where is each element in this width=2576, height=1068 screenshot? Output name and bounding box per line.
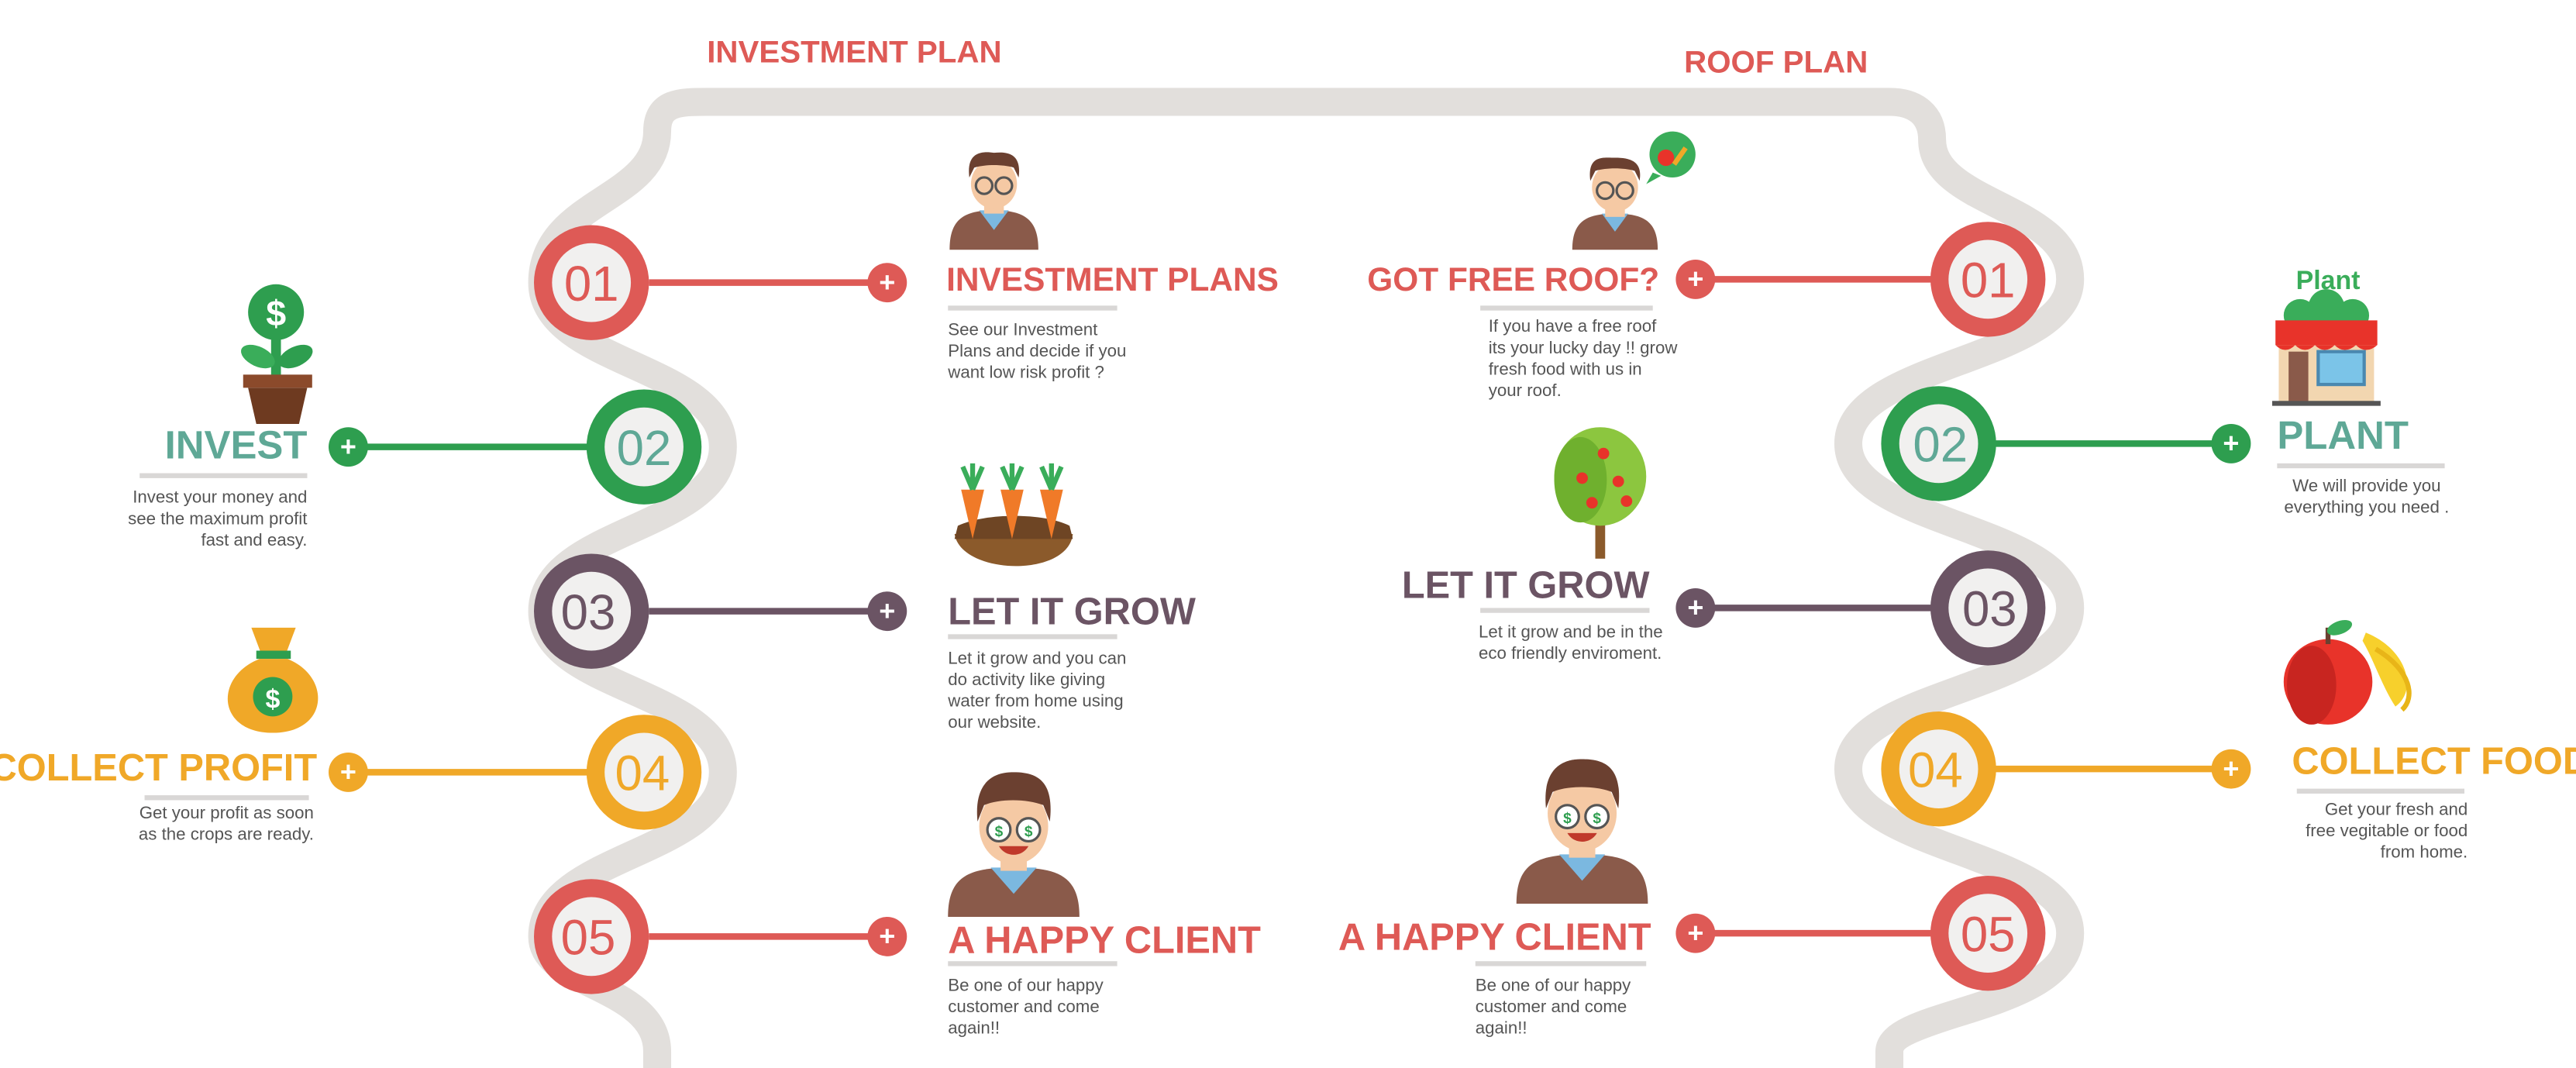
svg-text:+: + (340, 430, 356, 462)
svg-text:$: $ (995, 824, 1004, 840)
svg-text:04: 04 (615, 746, 670, 801)
inv-connector-03: + (649, 591, 907, 632)
inv-step-circle-01: 01 (533, 225, 649, 340)
svg-text:+: + (340, 756, 356, 787)
roof-connector-04: + (1988, 749, 2251, 789)
svg-text:03: 03 (1962, 582, 2017, 637)
roof-step-01-heading: GOT FREE ROOF? (1367, 263, 1660, 299)
happy-client-icon-right: $ $ (1516, 759, 1648, 904)
roof-plan-title: ROOF PLAN (1684, 44, 1868, 79)
infographic-canvas: INVESTMENT PLAN ROOF PLAN + + + + + + + (227, 35, 2412, 1068)
inv-connector-05: + (649, 916, 907, 956)
roof-step-circle-02: 02 (1881, 386, 1996, 501)
inv-step-01-text: See our Investment Plans and decide if y… (948, 320, 1127, 383)
svg-text:+: + (2223, 427, 2239, 459)
svg-text:04: 04 (1908, 742, 1963, 798)
svg-text:+: + (879, 920, 895, 952)
money-bag-icon: $ (227, 627, 319, 733)
roof-step-circle-05: 05 (1930, 875, 2046, 991)
inv-connector-01: + (649, 263, 907, 303)
roof-step-04-text: Get your fresh and free vegitable or foo… (2306, 800, 2468, 863)
svg-text:$: $ (1563, 811, 1572, 827)
svg-text:+: + (879, 594, 895, 626)
happy-client-icon: $ $ (948, 772, 1080, 917)
svg-text:+: + (2223, 753, 2239, 784)
inv-step-02-underline (139, 473, 308, 478)
inv-step-05-heading: A HAPPY CLIENT (948, 918, 1261, 962)
infographic: INVESTMENT PLAN ROOF PLAN + + + + + + + (0, 0, 2576, 1068)
inv-step-04-heading: COLLECT PROFIT (0, 746, 318, 789)
roof-step-02-heading: PLANT (2277, 414, 2409, 459)
inv-step-05-text: Be one of our happy customer and come ag… (948, 976, 1104, 1039)
roof-connector-03: + (1675, 587, 1939, 628)
inv-step-circle-03: 03 (533, 553, 649, 669)
svg-text:05: 05 (561, 911, 616, 966)
shop-icon: Plant (2271, 266, 2381, 406)
svg-text:+: + (879, 266, 895, 298)
svg-text:+: + (1687, 263, 1703, 295)
svg-text:+: + (1687, 917, 1703, 949)
inv-connector-04: + (328, 752, 600, 792)
svg-text:01: 01 (1961, 253, 2016, 308)
man-thinking-icon (1572, 131, 1696, 250)
inv-step-circle-05: 05 (533, 879, 649, 994)
inv-step-circle-04: 04 (586, 715, 702, 830)
inv-step-04-underline (144, 795, 309, 801)
man-with-glasses-icon (949, 152, 1038, 250)
roof-step-01-text: If you have a free roof its your lucky d… (1488, 317, 1678, 401)
roof-step-03-heading: LET IT GROW (1401, 563, 1650, 607)
carrots-icon (954, 463, 1073, 567)
money-plant-icon: $ (241, 284, 313, 424)
roof-connector-05: + (1675, 913, 1939, 953)
fruits-icon (2283, 619, 2412, 725)
svg-text:+: + (1687, 591, 1703, 623)
investment-plan-title: INVESTMENT PLAN (707, 35, 1001, 70)
inv-step-04-text: Get your profit as soon as the crops are… (138, 803, 314, 845)
roof-connector-02: + (1988, 423, 2251, 463)
tree-icon (1554, 427, 1647, 559)
winding-track (528, 88, 2085, 1068)
svg-text:$: $ (1025, 824, 1033, 840)
inv-step-03-heading: LET IT GROW (948, 590, 1196, 633)
inv-step-02-heading: INVEST (164, 423, 308, 469)
roof-step-05-heading: A HAPPY CLIENT (1338, 915, 1651, 958)
inv-step-circle-02: 02 (586, 389, 702, 505)
roof-step-05-text: Be one of our happy customer and come ag… (1475, 976, 1631, 1039)
roof-step-circle-03: 03 (1930, 550, 2046, 666)
svg-text:$: $ (265, 685, 280, 715)
svg-text:05: 05 (1961, 907, 2016, 962)
roof-step-02-text: We will provide you everything you need … (2284, 476, 2450, 518)
roof-connector-01: + (1675, 259, 1939, 299)
svg-text:$: $ (266, 293, 286, 333)
inv-step-01-underline (948, 305, 1118, 311)
inv-step-03-underline (948, 634, 1118, 639)
inv-step-03-text: Let it grow and you can do activity like… (948, 649, 1127, 733)
roof-step-02-underline (2277, 463, 2445, 469)
roof-step-circle-01: 01 (1930, 222, 2046, 337)
svg-text:01: 01 (564, 257, 619, 312)
roof-step-circle-04: 04 (1881, 711, 1996, 827)
roof-step-03-text: Let it grow and be in the eco friendly e… (1478, 622, 1663, 664)
svg-text:02: 02 (1913, 418, 1968, 473)
roof-step-04-underline (2296, 788, 2464, 794)
inv-step-01-heading: INVESTMENT PLANS (946, 263, 1279, 299)
inv-connector-02: + (328, 427, 600, 467)
roof-step-03-underline (1480, 608, 1650, 613)
roof-step-04-heading: COLLECT FOOD (2292, 739, 2576, 783)
svg-text:03: 03 (561, 585, 616, 640)
inv-step-05-underline (948, 961, 1118, 966)
inv-step-02-text: Invest your money and see the maximum pr… (128, 487, 308, 551)
roof-step-05-underline (1475, 961, 1647, 966)
svg-text:02: 02 (617, 421, 672, 476)
roof-step-01-underline (1480, 305, 1653, 311)
svg-text:$: $ (1593, 811, 1601, 827)
